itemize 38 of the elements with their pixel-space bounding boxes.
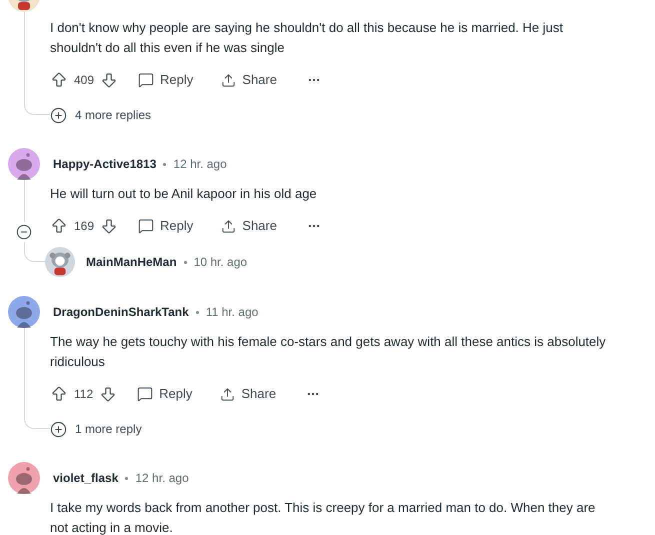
comment-text: He will turn out to be Anil kapoor in his old age bbox=[50, 185, 318, 203]
share-button[interactable]: Share bbox=[220, 384, 276, 404]
share-icon bbox=[221, 72, 236, 88]
reply-button[interactable]: Reply bbox=[138, 70, 194, 90]
timestamp: 11 hr. ago bbox=[206, 304, 258, 321]
more-replies-link[interactable]: 4 more replies bbox=[50, 106, 152, 124]
share-button[interactable]: Share bbox=[221, 216, 277, 236]
upvote-icon[interactable] bbox=[50, 385, 68, 403]
username[interactable]: violet_flask bbox=[53, 469, 118, 487]
reply-button[interactable]: Reply bbox=[138, 216, 194, 236]
vote-count: 112 bbox=[74, 386, 94, 403]
share-icon bbox=[221, 218, 236, 234]
more-replies-link[interactable]: 1 more reply bbox=[50, 420, 142, 438]
plus-icon bbox=[50, 106, 67, 124]
share-button[interactable]: Share bbox=[221, 70, 277, 90]
share-icon bbox=[220, 386, 236, 402]
upvote-icon[interactable] bbox=[50, 217, 68, 235]
username[interactable]: Happy-Active1813 bbox=[53, 155, 156, 173]
downvote-icon[interactable] bbox=[100, 217, 118, 235]
comment-icon bbox=[138, 218, 154, 234]
timestamp: 12 hr. ago bbox=[173, 156, 227, 173]
timestamp: 12 hr. ago bbox=[135, 470, 189, 487]
comment-text: The way he gets touchy with his female co-stars and gets away with all these antics is absolutely ridiculous bbox=[50, 333, 607, 371]
username[interactable]: MainManHeMan bbox=[86, 253, 177, 271]
reply-button[interactable]: Reply bbox=[137, 384, 192, 404]
comment-icon bbox=[138, 72, 154, 88]
vote-count: 409 bbox=[74, 72, 94, 89]
plus-icon bbox=[50, 420, 67, 438]
timestamp: 10 hr. ago bbox=[194, 254, 248, 271]
collapse-icon[interactable] bbox=[16, 224, 32, 240]
comment-text: I don't know why people are saying he shouldn't do all this because he is married. He just shouldn't do all this even if he was single bbox=[50, 19, 564, 57]
downvote-icon[interactable] bbox=[99, 385, 118, 403]
upvote-icon[interactable] bbox=[50, 71, 68, 89]
downvote-icon[interactable] bbox=[100, 71, 118, 89]
username[interactable]: DragonDeninSharkTank bbox=[53, 303, 189, 321]
comment-icon bbox=[137, 386, 154, 402]
comment-text: I take my words back from another post. This is creepy for a married man to do. When they are not acting in a movie. bbox=[50, 499, 596, 535]
vote-count: 169 bbox=[74, 218, 94, 235]
